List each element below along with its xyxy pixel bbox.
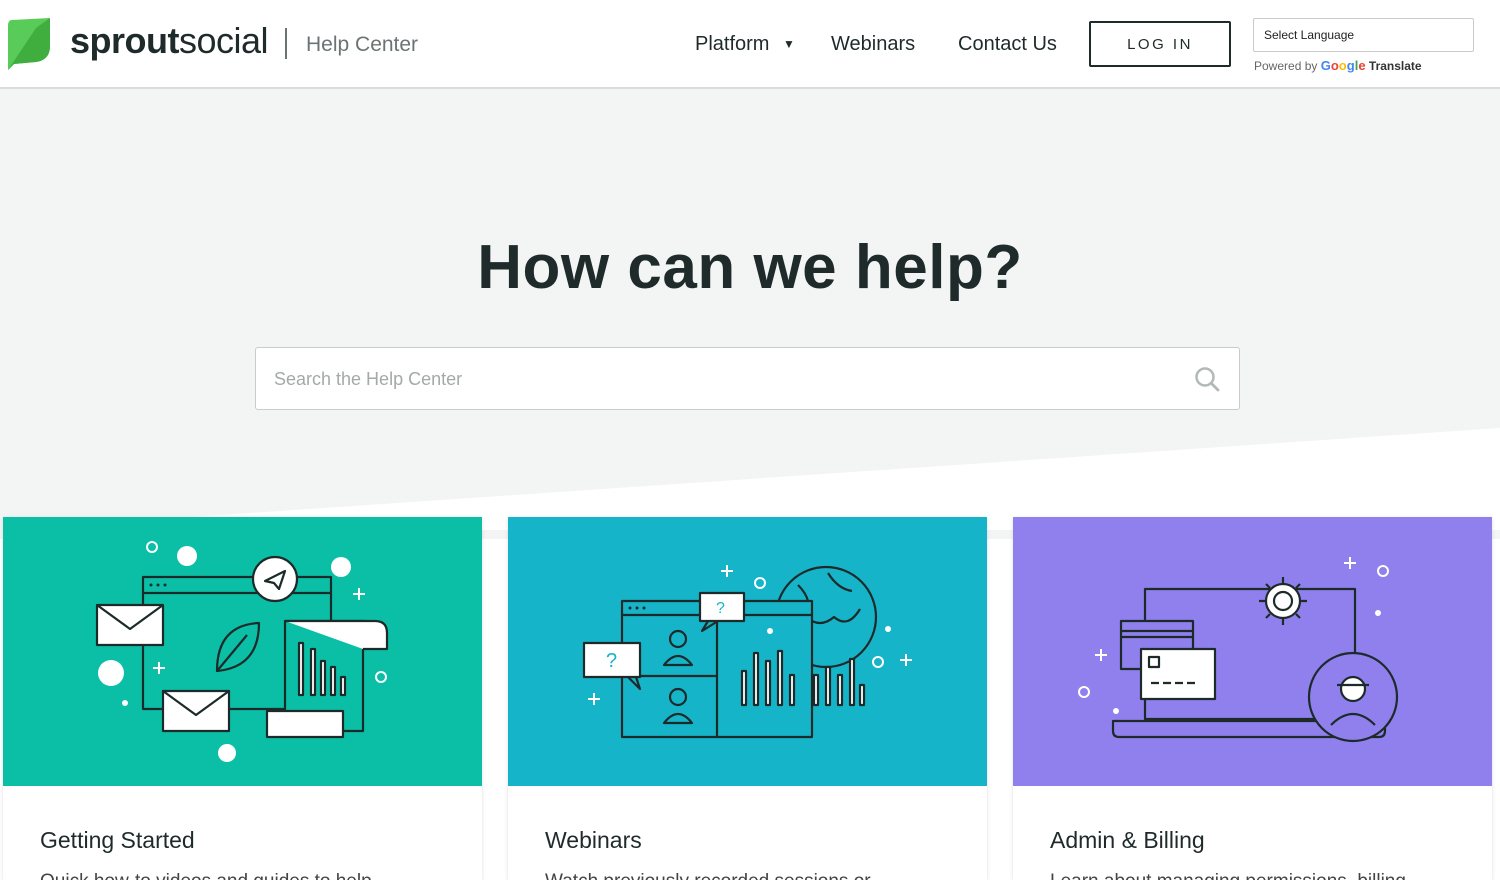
powered-by-google-translate: Powered by Google Translate bbox=[1254, 58, 1422, 73]
svg-text:?: ? bbox=[606, 650, 617, 672]
google-logo[interactable]: Google bbox=[1321, 58, 1366, 73]
card-webinars[interactable]: ? ? Webinars Watch previously recorded s… bbox=[508, 517, 987, 880]
search-input[interactable] bbox=[274, 362, 1174, 396]
brand-wordmark-bold: sprout bbox=[70, 20, 180, 61]
nav-platform[interactable]: Platform bbox=[695, 33, 769, 56]
card-description: Quick how-to videos and guides to help bbox=[40, 871, 372, 880]
help-center-label[interactable]: Help Center bbox=[306, 33, 418, 57]
getting-started-illustration-icon bbox=[3, 517, 482, 786]
brand-wordmark[interactable]: sproutsocial bbox=[70, 20, 269, 62]
logo-divider bbox=[285, 28, 287, 59]
hero-slant-divider bbox=[0, 428, 1500, 530]
nav-contact-us[interactable]: Contact Us bbox=[958, 33, 1057, 56]
sprout-leaf-logo-icon[interactable] bbox=[6, 16, 52, 70]
language-select[interactable]: Select Language bbox=[1253, 18, 1474, 52]
card-title[interactable]: Admin & Billing bbox=[1050, 827, 1205, 854]
powered-by-label: Powered by bbox=[1254, 59, 1318, 73]
card-admin-billing[interactable]: Admin & Billing Learn about managing per… bbox=[1013, 517, 1492, 880]
nav-webinars[interactable]: Webinars bbox=[831, 33, 915, 56]
hero-title: How can we help? bbox=[477, 233, 1023, 302]
site-header: sproutsocial Help Center Platform ▼ Webi… bbox=[0, 0, 1500, 89]
search-icon[interactable] bbox=[1194, 366, 1220, 392]
login-button[interactable]: LOG IN bbox=[1089, 21, 1231, 67]
translate-link[interactable]: Translate bbox=[1369, 59, 1422, 73]
svg-text:?: ? bbox=[716, 600, 725, 617]
admin-billing-illustration-icon bbox=[1013, 517, 1492, 786]
search-box[interactable] bbox=[255, 347, 1240, 410]
card-description: Learn about managing permissions, billin… bbox=[1050, 871, 1406, 880]
caret-down-icon[interactable]: ▼ bbox=[783, 37, 795, 51]
card-title[interactable]: Getting Started bbox=[40, 827, 195, 854]
card-description: Watch previously recorded sessions or bbox=[545, 871, 871, 880]
card-getting-started[interactable]: Getting Started Quick how-to videos and … bbox=[3, 517, 482, 880]
brand-wordmark-light: social bbox=[179, 20, 269, 61]
webinars-illustration-icon: ? ? bbox=[508, 517, 987, 786]
card-title[interactable]: Webinars bbox=[545, 827, 642, 854]
